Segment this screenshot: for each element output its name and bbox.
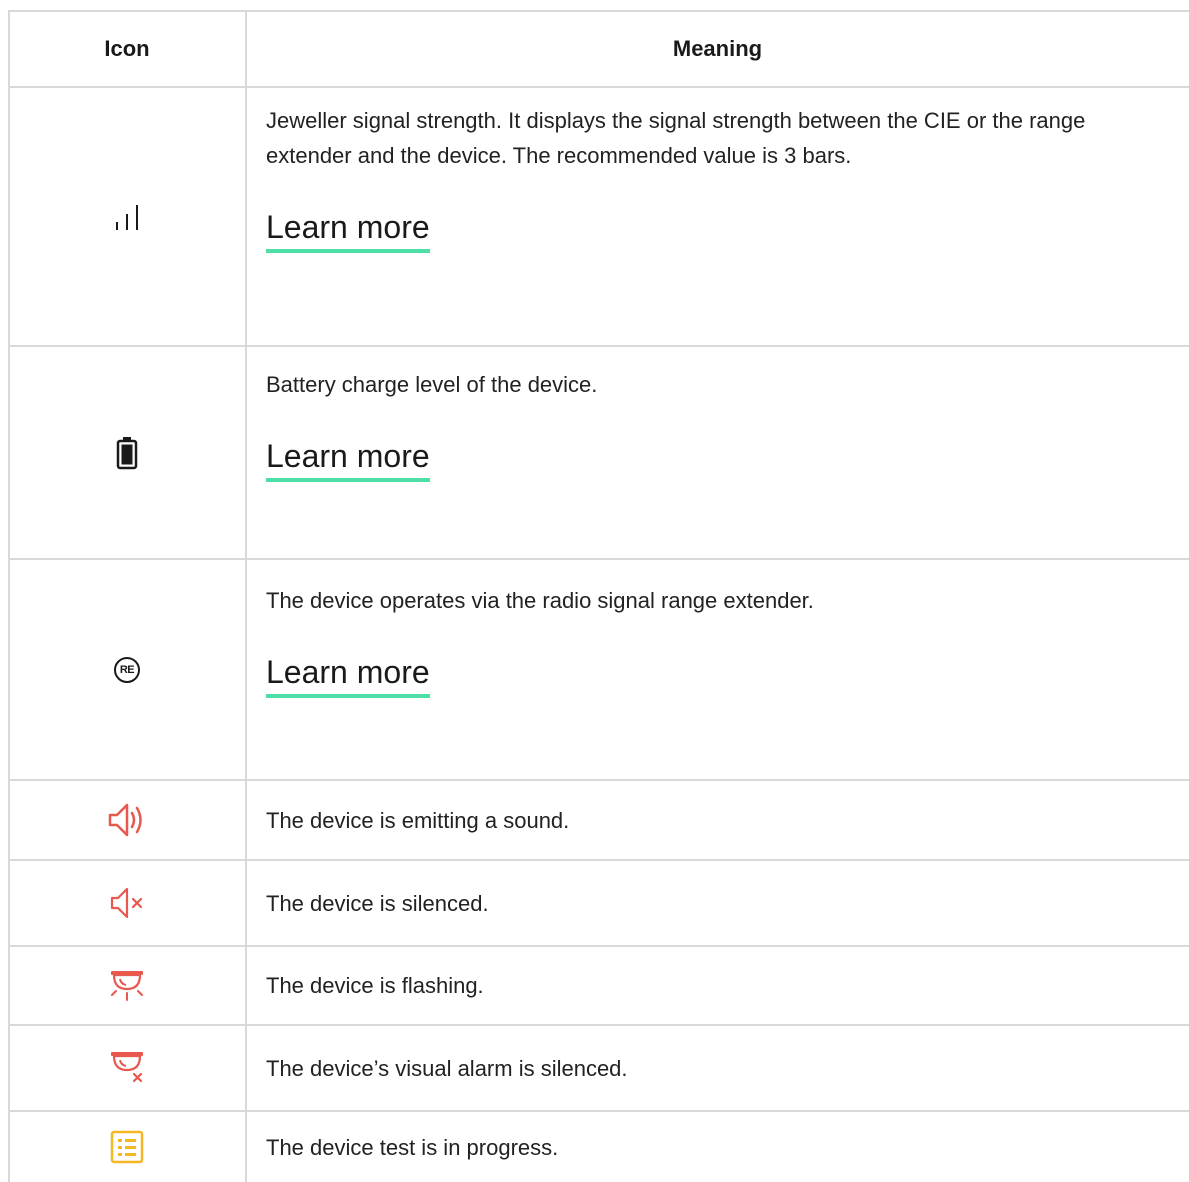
speaker-sound-icon (107, 802, 147, 838)
header-meaning: Meaning (672, 36, 763, 61)
row-description: The device operates via the radio signal… (266, 588, 814, 613)
flashing-light-icon (107, 969, 147, 1003)
learn-more-link[interactable]: Learn more (266, 436, 430, 482)
row-description: The device is emitting a sound. (266, 807, 570, 833)
row-description: Battery charge level of the device. (266, 372, 598, 397)
range-extender-icon: RE (114, 656, 140, 683)
row-description: The device test is in progress. (266, 1134, 559, 1160)
battery-icon (116, 436, 138, 470)
header-icon: Icon (104, 36, 150, 61)
learn-more-link[interactable]: Learn more (266, 207, 430, 253)
row-description: The device is silenced. (266, 890, 489, 916)
row-description: Jeweller signal strength. It displays th… (266, 108, 1086, 168)
test-checklist-icon (110, 1130, 144, 1164)
signal-strength-icon (112, 202, 142, 232)
row-description: The device is flashing. (266, 973, 484, 998)
light-muted-icon (107, 1050, 147, 1086)
range-extender-icon-label: RE (119, 663, 135, 676)
learn-more-link[interactable]: Learn more (266, 652, 430, 698)
row-description: The device’s visual alarm is silenced. (266, 1055, 628, 1081)
speaker-muted-icon (109, 886, 145, 920)
